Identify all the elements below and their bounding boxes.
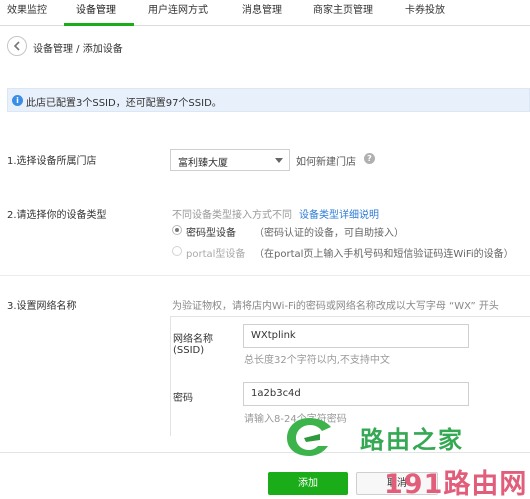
section-divider [0, 275, 530, 276]
add-button[interactable]: 添加 [268, 472, 348, 495]
new-store-help-link[interactable]: 如何新建门店 [296, 153, 356, 168]
question-icon[interactable]: ? [364, 153, 375, 164]
back-button[interactable] [7, 36, 27, 56]
password-label: 密码 [173, 393, 193, 404]
radio-password-device[interactable] [172, 225, 182, 235]
device-type-hint: 不同设备类型接入方式不同 [172, 210, 292, 221]
ssid-input-value: WXtplink [251, 330, 296, 341]
password-input[interactable]: 1a2b3c4d [243, 382, 469, 406]
chevron-left-icon [13, 41, 20, 51]
radio-portal-device[interactable] [172, 246, 182, 256]
router-home-logo-icon [287, 418, 331, 456]
tab-coupon[interactable]: 卡券投放 [405, 0, 445, 26]
tab-effect-monitor[interactable]: 效果监控 [7, 0, 47, 26]
device-type-detail-link[interactable]: 设备类型详细说明 [299, 206, 379, 221]
password-input-value: 1a2b3c4d [251, 388, 301, 399]
step3-label: 3.设置网络名称 [7, 301, 77, 312]
notice-text: 此店已配置3个SSID，还可配置97个SSID。 [26, 98, 222, 109]
ssid-label-line2: (SSID) [173, 345, 205, 356]
radio-portal-device-desc: （在portal页上输入手机号码和短信验证码连WiFi的设备） [254, 249, 514, 260]
ssid-rule-hint: 为验证物权，请将店内Wi-Fi的密码或网络名称改成以大写字母 “WX” 开头 [172, 301, 499, 312]
step1-label: 1.选择设备所属门店 [7, 156, 97, 167]
watermark-line1: 路由之家 [360, 426, 464, 454]
tab-message-management[interactable]: 消息管理 [242, 0, 282, 26]
tab-merchant-homepage[interactable]: 商家主页管理 [313, 0, 373, 26]
active-tab-indicator [64, 23, 134, 26]
store-select[interactable]: 富利臻大厦 [170, 149, 290, 171]
radio-password-device-desc: （密码认证的设备，可自助接入） [254, 228, 404, 239]
radio-portal-device-label[interactable]: portal型设备 [186, 245, 245, 260]
step2-label: 2.请选择你的设备类型 [7, 210, 107, 221]
top-tab-bar: 效果监控 设备管理 用户连网方式 消息管理 商家主页管理 卡券投放 [0, 0, 530, 26]
ssid-input-hint: 总长度32个字符以内,不支持中文 [244, 355, 390, 366]
chevron-down-icon [275, 158, 283, 163]
tab-user-connection[interactable]: 用户连网方式 [148, 0, 208, 26]
breadcrumb-text: 设备管理 / 添加设备 [33, 44, 123, 55]
ssid-label-line1: 网络名称 [173, 334, 213, 345]
info-icon: i [12, 95, 23, 106]
ssid-notice: i 此店已配置3个SSID，还可配置97个SSID。 [7, 88, 530, 112]
ssid-input[interactable]: WXtplink [243, 324, 469, 348]
store-select-value: 富利臻大厦 [178, 158, 228, 169]
watermark-line2: 191路由网 [384, 469, 528, 499]
radio-password-device-label[interactable]: 密码型设备 [186, 224, 236, 239]
